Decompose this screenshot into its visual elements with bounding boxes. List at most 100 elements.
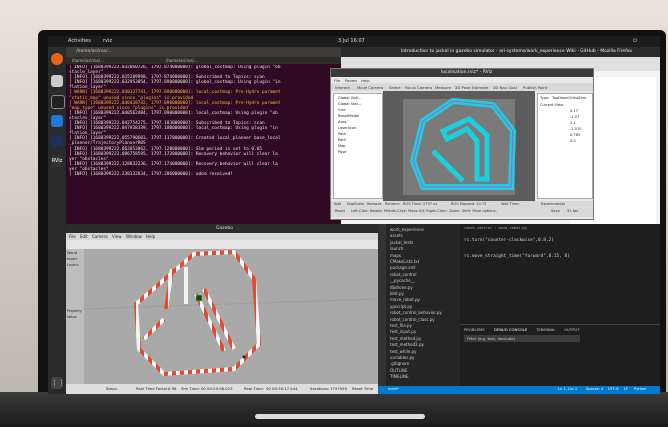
explorer-item[interactable]: work_experience	[390, 227, 424, 232]
terminal-tab-1[interactable]: /home/ari/ros/...	[72, 58, 104, 63]
rviz-reset-button[interactable]: Reset	[335, 209, 345, 213]
code-line[interactable]: rc.move_straight_time("forward",0.15, 8)	[464, 254, 570, 259]
gz-menu-edit[interactable]: Edit	[80, 234, 88, 239]
explorer-item[interactable]: maps	[390, 253, 401, 258]
view-value[interactable]: 0.785	[570, 133, 580, 137]
explorer-item[interactable]: robot_control	[390, 272, 416, 277]
explorer-item[interactable]: .gitignore	[390, 361, 409, 366]
gz-tab-insert[interactable]: Insert	[67, 257, 77, 261]
explorer-item[interactable]: assets	[390, 233, 403, 238]
explorer-item[interactable]: TIMELINE	[390, 374, 409, 379]
rviz-remove-button[interactable]: Remove	[367, 202, 382, 206]
code-line[interactable]: rc.turn("counter-clockwise",0.8,2)	[464, 238, 554, 243]
view-zero-button[interactable]: Zero	[578, 96, 586, 100]
gz-tab-layers[interactable]: Layers	[67, 263, 79, 267]
terminal-icon[interactable]	[51, 95, 65, 109]
gz-reset-time-button[interactable]: Reset Time	[352, 386, 373, 391]
explorer-item[interactable]: OUTLINE	[390, 368, 407, 373]
gz-menu-window[interactable]: Window	[126, 234, 142, 239]
explorer-item[interactable]: __pycache__	[390, 278, 415, 283]
gz-menu-camera[interactable]: Camera	[92, 234, 108, 239]
gz-menu-help[interactable]: Help	[146, 234, 155, 239]
panel-tab-output[interactable]: OUTPUT	[564, 327, 579, 332]
display-item[interactable]: Axes	[338, 120, 347, 124]
cursor-position[interactable]: Ln 1, Col 1	[558, 387, 577, 391]
encoding[interactable]: UTF-8	[608, 387, 618, 391]
view-value[interactable]: 0.17	[570, 109, 578, 113]
eol[interactable]: LF	[624, 387, 628, 391]
display-item[interactable]: Global Opti...	[338, 96, 362, 100]
explorer-item[interactable]: CMakeLists.txt	[390, 259, 419, 264]
tool-2d-pose-estimate[interactable]: 2D Pose Estimate	[455, 85, 488, 90]
explorer-item[interactable]: package.xml	[390, 265, 416, 270]
display-item[interactable]: Grid	[338, 108, 346, 112]
firefox-icon[interactable]	[51, 53, 63, 65]
explorer-item[interactable]: dbdrone.py	[390, 285, 413, 290]
view-type-label: Type:	[540, 96, 550, 100]
rviz-duplicate-button[interactable]: Duplicate	[347, 202, 364, 206]
rviz-status-bar: Add Duplicate Remove Rename ROS Time: 17…	[331, 201, 593, 217]
docker-icon[interactable]	[51, 135, 63, 147]
display-item[interactable]: Path	[338, 132, 346, 136]
display-item[interactable]: Map	[338, 144, 346, 148]
experimental-checkbox[interactable]: Experimental	[541, 202, 565, 206]
rviz-add-button[interactable]: Add	[334, 202, 341, 206]
tool-focus-camera[interactable]: Focus Camera	[405, 85, 432, 90]
gz-tab-world[interactable]: World	[67, 251, 77, 255]
clock[interactable]: 3 Jul 16:07	[338, 38, 365, 44]
editor-breadcrumb[interactable]: robot_control › move_robot.py	[464, 226, 527, 230]
explorer-item[interactable]: robot_control_behavior.py	[390, 310, 442, 315]
view-value[interactable]: 2.1	[570, 121, 576, 125]
language-mode[interactable]: Python	[634, 387, 646, 391]
tool-publish-point[interactable]: Publish Point	[523, 85, 547, 90]
rviz-rename-button[interactable]: Rename	[385, 202, 400, 206]
show-apps-icon[interactable]: ⋮⋮	[51, 377, 65, 389]
explorer-item[interactable]: test_while.py	[390, 349, 416, 354]
tool-measure[interactable]: Measure	[435, 85, 451, 90]
gz-menu-view[interactable]: View	[112, 234, 122, 239]
gazebo-3d-scene[interactable]	[83, 249, 379, 384]
explorer-item[interactable]: test_method2.py	[390, 342, 424, 347]
explorer-item[interactable]: ypscript.py	[390, 304, 412, 309]
explorer-item[interactable]: test_file.py	[390, 323, 412, 328]
rviz-save-button[interactable]: Save	[551, 209, 560, 213]
terminal-output[interactable]: [ INFO] [1680399222.032060726, 1797.8740…	[69, 65, 339, 235]
panel-tab-terminal[interactable]: TERMINAL	[536, 327, 555, 332]
terminal-tab-2[interactable]: /home/ari/ros/...	[166, 58, 198, 63]
vscode-editor[interactable]: robot_control › move_robot.py rc.turn("c…	[460, 224, 660, 324]
explorer-item[interactable]: test_input.py	[390, 329, 416, 334]
tool-interact[interactable]: Interact	[335, 85, 350, 90]
explorer-item[interactable]: test_method.py	[390, 336, 421, 341]
explorer-item[interactable]: blot.py	[390, 291, 404, 296]
gz-menu-file[interactable]: File	[69, 234, 76, 239]
explorer-item[interactable]: robot_control_class.py	[390, 317, 435, 322]
explorer-item[interactable]: variables.py	[390, 355, 414, 360]
git-branch[interactable]: main*	[388, 387, 399, 391]
indentation[interactable]: Spaces: 4	[586, 387, 603, 391]
tool-move-camera[interactable]: Move Camera	[357, 85, 383, 90]
vscode-icon[interactable]	[51, 115, 63, 127]
panel-tab-problems[interactable]: PROBLEMS	[464, 327, 485, 332]
display-item[interactable]: Path	[338, 138, 346, 142]
panel-tab-debug-console[interactable]: DEBUG CONSOLE	[494, 327, 527, 332]
jackal-robot[interactable]	[195, 294, 203, 302]
rviz-icon[interactable]: RViz	[51, 155, 63, 167]
view-value[interactable]: -1.570	[570, 127, 582, 131]
explorer-item[interactable]: launch	[390, 246, 403, 251]
view-value[interactable]: 0.0	[570, 139, 576, 143]
files-icon[interactable]	[51, 75, 63, 87]
debug-filter-input[interactable]: Filter (e.g. text, !exclude)	[464, 335, 580, 342]
display-item[interactable]: LaserScan	[338, 126, 357, 130]
tool-2d-nav-goal[interactable]: 2D Nav Goal	[493, 85, 517, 90]
power-icon[interactable]: ⏻	[633, 38, 637, 44]
activities-button[interactable]: Activities	[68, 38, 91, 44]
display-item[interactable]: RobotModel	[338, 114, 359, 118]
view-type-select[interactable]: TopDownOrtho	[552, 96, 578, 100]
explorer-item[interactable]: move_robot.py	[390, 297, 420, 302]
view-value[interactable]: -1.07	[570, 115, 579, 119]
rviz-3d-view[interactable]	[383, 91, 535, 201]
display-item[interactable]: Pose	[338, 150, 346, 154]
display-item[interactable]: Global Stat...	[338, 102, 361, 106]
tool-select[interactable]: Select	[389, 85, 401, 90]
explorer-item[interactable]: jackal_tests	[390, 240, 413, 245]
